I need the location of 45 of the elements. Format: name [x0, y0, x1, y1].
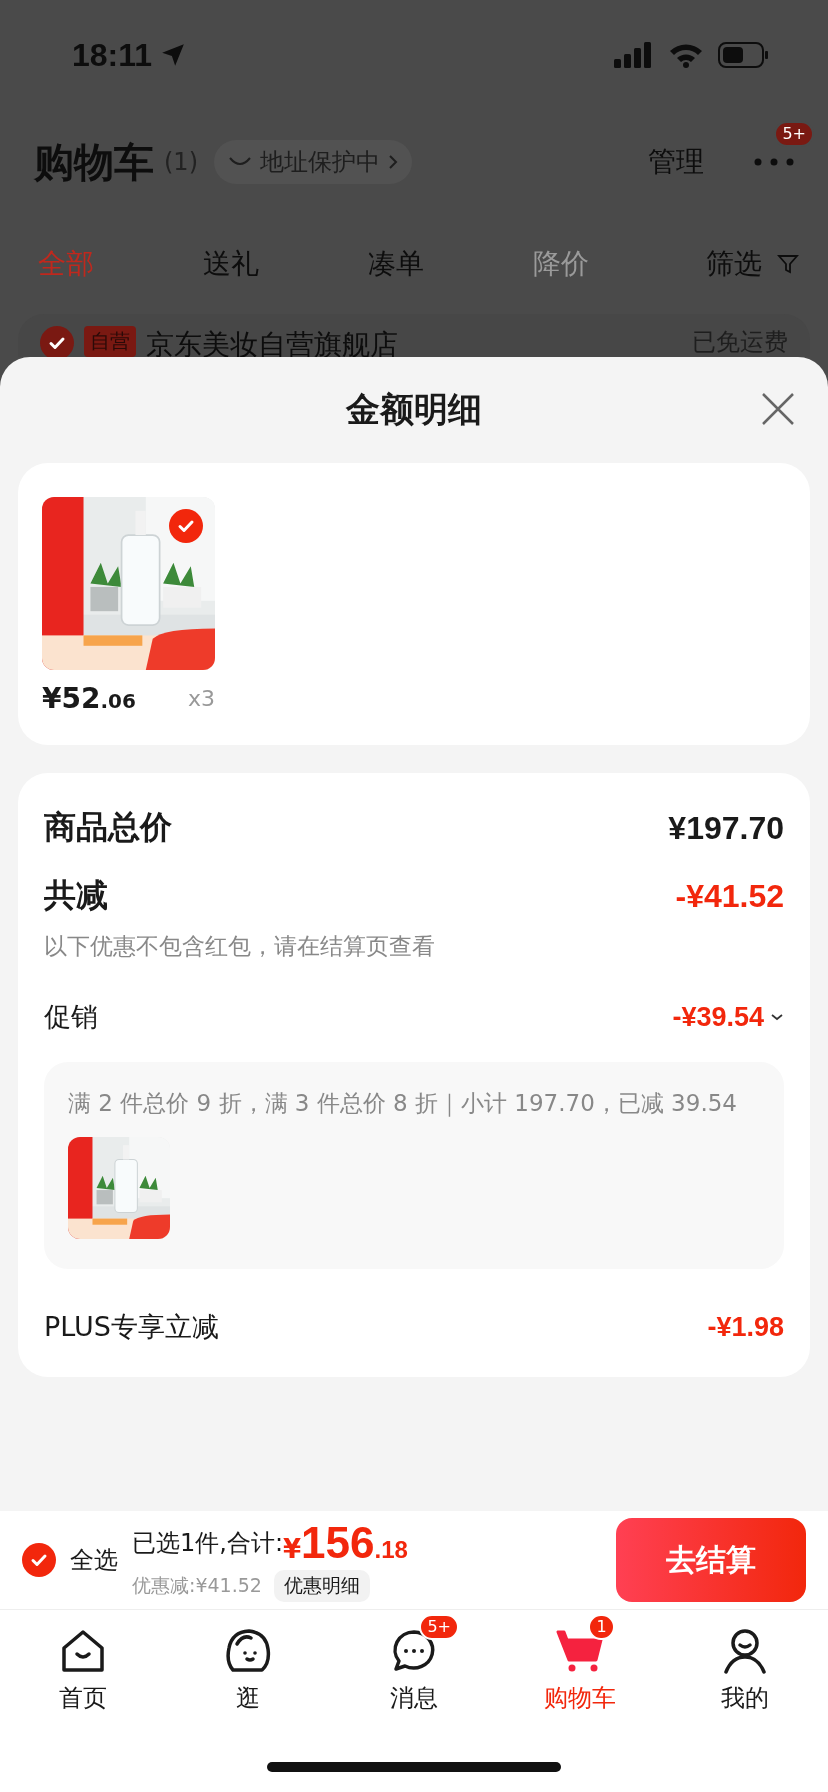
discount-note: 以下优惠不包含红包，请在结算页查看 [44, 932, 436, 961]
discount-total-value: -¥41.52 [675, 877, 784, 915]
plus-discount-value: -¥1.98 [707, 1311, 784, 1343]
battery-icon [718, 42, 770, 68]
chevron-down-icon [770, 1012, 784, 1022]
nav-tab[interactable]: 5+ 消息 [331, 1610, 497, 1714]
nav-tab[interactable]: 逛 [165, 1610, 332, 1714]
nav-tab[interactable]: 首页 [0, 1610, 166, 1714]
notification-badge: 1 [588, 1614, 615, 1640]
plus-discount-label: PLUS专享立减 [44, 1310, 219, 1344]
item-quantity: x3 [187, 686, 215, 711]
discount-amount: 优惠减:¥41.52 [132, 1573, 262, 1598]
nav-tab[interactable]: 1 购物车 [496, 1610, 663, 1714]
filter-tab[interactable]: 凑单 [368, 245, 533, 283]
location-arrow-icon [160, 42, 187, 68]
notification-badge: 5+ [419, 1614, 459, 1640]
selected-summary: 已选1件,合计: [132, 1528, 283, 1557]
item-price: ¥52.06 [42, 682, 136, 715]
sheet-title: 金额明细 [346, 388, 482, 431]
promotion-label: 促销 [44, 1000, 98, 1034]
status-time: 18:11 [72, 36, 153, 74]
close-button[interactable] [760, 391, 796, 427]
wifi-icon [668, 42, 704, 68]
page-title: 购物车 [34, 137, 154, 187]
chevron-right-icon [388, 154, 398, 170]
goods-total-value: ¥197.70 [668, 809, 784, 847]
signal-icon [614, 42, 654, 68]
discount-detail-button[interactable]: 优惠明细 [273, 1570, 370, 1602]
total-price: ¥156.18 [283, 1518, 408, 1568]
checkout-button[interactable]: 去结算 [616, 1518, 806, 1602]
select-all-checkbox[interactable] [22, 1543, 56, 1577]
self-operated-tag: 自营 [84, 326, 136, 357]
shop-checkbox[interactable] [40, 326, 74, 357]
promotion-description: 满 2 件总价 9 折，满 3 件总价 8 折｜小计 197.70，已减 39.54 [68, 1089, 738, 1119]
nav-tab[interactable]: 我的 [662, 1610, 828, 1714]
filter-tab[interactable]: 送礼 [203, 245, 368, 283]
more-icon[interactable] [754, 158, 794, 166]
select-all-label[interactable]: 全选 [70, 1544, 118, 1576]
filter-link[interactable]: 筛选 [706, 245, 762, 283]
filter-icon[interactable] [776, 252, 800, 276]
discount-total-label: 共减 [44, 875, 108, 916]
goods-total-label: 商品总价 [44, 807, 172, 848]
manage-link[interactable]: 管理 [648, 143, 704, 181]
promotion-toggle[interactable]: -¥39.54 [672, 1001, 784, 1033]
notification-badge: 5+ [774, 121, 814, 147]
